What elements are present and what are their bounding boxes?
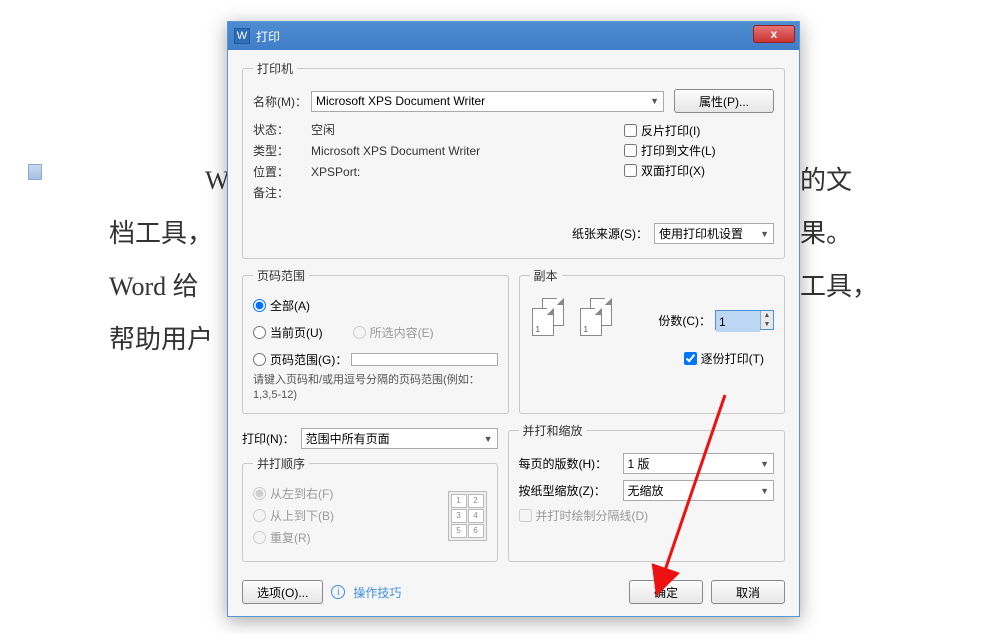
order-preview-icon: 123456 [448,491,487,541]
bg-text: 档工具， [109,212,213,256]
spin-up-icon[interactable]: ▲ [761,311,773,320]
scale-combo[interactable]: 无缩放 ▼ [623,480,775,501]
copies-input[interactable] [716,311,760,332]
pps-combo[interactable]: 1 版 ▼ [623,453,775,474]
print-order-group: 并打顺序 从左到右(F) 从上到下(B) 重复(R) 123456 [242,455,498,562]
chevron-down-icon: ▼ [760,229,769,239]
where-label: 位置： [253,163,311,180]
options-button[interactable]: 选项(O)... [242,580,323,604]
print-to-file-label: 打印到文件(L) [641,142,716,159]
dialog-title: 打印 [256,28,280,45]
order-lr-label: 从左到右(F) [270,485,333,502]
printer-group: 打印机 名称(M)： Microsoft XPS Document Writer… [242,60,785,259]
order-tb-label: 从上到下(B) [270,507,334,524]
duplex-label: 双面打印(X) [641,162,705,179]
status-label: 状态： [253,121,311,138]
titlebar: W 打印 x [228,22,799,50]
range-pages-radio[interactable]: 页码范围(G)： [253,351,347,368]
bg-text: 的文 [800,159,852,203]
cancel-button[interactable]: 取消 [711,580,785,604]
duplex-checkbox[interactable]: 双面打印(X) [624,162,774,179]
papersource-value: 使用打印机设置 [659,225,743,242]
range-selection-label: 所选内容(E) [370,324,434,341]
order-repeat-label: 重复(R) [270,529,311,546]
bg-text: W [205,159,230,203]
copies-group: 副本 2 1 2 1 份数(C)： ▲▼ [519,267,786,414]
doc-margin-icon [28,164,42,180]
range-current-label: 当前页(U) [270,324,323,341]
pps-label: 每页的版数(H)： [519,455,617,472]
chevron-down-icon: ▼ [650,96,659,106]
close-button[interactable]: x [753,25,795,43]
range-all-label: 全部(A) [270,297,310,314]
scale-value: 无缩放 [628,482,664,499]
collate-checkbox[interactable]: 逐份打印(T) [530,350,765,367]
print-to-file-checkbox[interactable]: 打印到文件(L) [624,142,774,159]
bg-text: 果。 [800,212,852,256]
reverse-print-checkbox[interactable]: 反片打印(I) [624,122,774,139]
order-repeat-radio: 重复(R) [253,529,448,546]
tips-link[interactable]: 操作技巧 [353,584,401,601]
page-range-legend: 页码范围 [253,267,309,284]
chevron-down-icon: ▼ [484,434,493,444]
where-value: XPSPort: [311,165,360,179]
print-what-combo[interactable]: 范围中所有页面 ▼ [301,428,498,449]
print-what-label: 打印(N)： [242,430,295,447]
drawlines-label: 并打时绘制分隔线(D) [536,507,649,524]
papersource-combo[interactable]: 使用打印机设置 ▼ [654,223,774,244]
status-value: 空闲 [311,121,335,138]
papersource-label: 纸张来源(S)： [572,225,648,242]
zoom-legend: 并打和缩放 [519,422,587,439]
range-hint: 请键入页码和/或用逗号分隔的页码范围(例如：1,3,5-12) [253,373,498,403]
range-pages-label: 页码范围(G)： [270,351,347,368]
copies-legend: 副本 [530,267,562,284]
range-selection-radio: 所选内容(E) [353,324,434,341]
bg-text: 工具， [800,265,878,309]
scale-label: 按纸型缩放(Z)： [519,482,617,499]
copies-spinner[interactable]: ▲▼ [715,310,774,330]
properties-button[interactable]: 属性(P)... [674,89,774,113]
chevron-down-icon: ▼ [760,486,769,496]
printer-name-combo[interactable]: Microsoft XPS Document Writer ▼ [311,91,664,112]
ok-button[interactable]: 确定 [629,580,703,604]
printer-legend: 打印机 [253,60,297,77]
print-order-legend: 并打顺序 [253,455,309,472]
bg-text: Word 给 [109,265,199,309]
pps-value: 1 版 [628,455,650,472]
collate-label: 逐份打印(T) [701,350,764,367]
collate-icon: 2 1 [578,298,618,342]
copies-count-label: 份数(C)： [658,312,711,329]
page-range-group: 页码范围 全部(A) 当前页(U) 所选内容(E) 页码范围(G)： 请键入页码… [242,267,509,414]
zoom-group: 并打和缩放 每页的版数(H)： 1 版 ▼ 按纸型缩放(Z)： 无缩放 ▼ 并打… [508,422,786,562]
chevron-down-icon: ▼ [760,459,769,469]
info-icon: i [331,585,345,599]
drawlines-checkbox: 并打时绘制分隔线(D) [519,507,775,524]
comment-label: 备注： [253,184,311,201]
range-pages-input[interactable] [351,353,497,366]
order-lr-radio: 从左到右(F) [253,485,448,502]
range-all-radio[interactable]: 全部(A) [253,297,498,314]
type-value: Microsoft XPS Document Writer [311,144,480,158]
bg-text: 帮助用户 [109,318,213,362]
name-label: 名称(M)： [253,93,311,110]
collate-icon: 2 1 [530,298,570,342]
printer-name-value: Microsoft XPS Document Writer [316,94,485,108]
spin-down-icon[interactable]: ▼ [761,320,773,329]
order-tb-radio: 从上到下(B) [253,507,448,524]
app-icon: W [234,28,250,44]
print-what-value: 范围中所有页面 [306,430,390,447]
print-dialog: W 打印 x 打印机 名称(M)： Microsoft XPS Document… [227,21,800,617]
type-label: 类型： [253,142,311,159]
reverse-print-label: 反片打印(I) [641,122,700,139]
range-current-radio[interactable]: 当前页(U) [253,324,323,341]
